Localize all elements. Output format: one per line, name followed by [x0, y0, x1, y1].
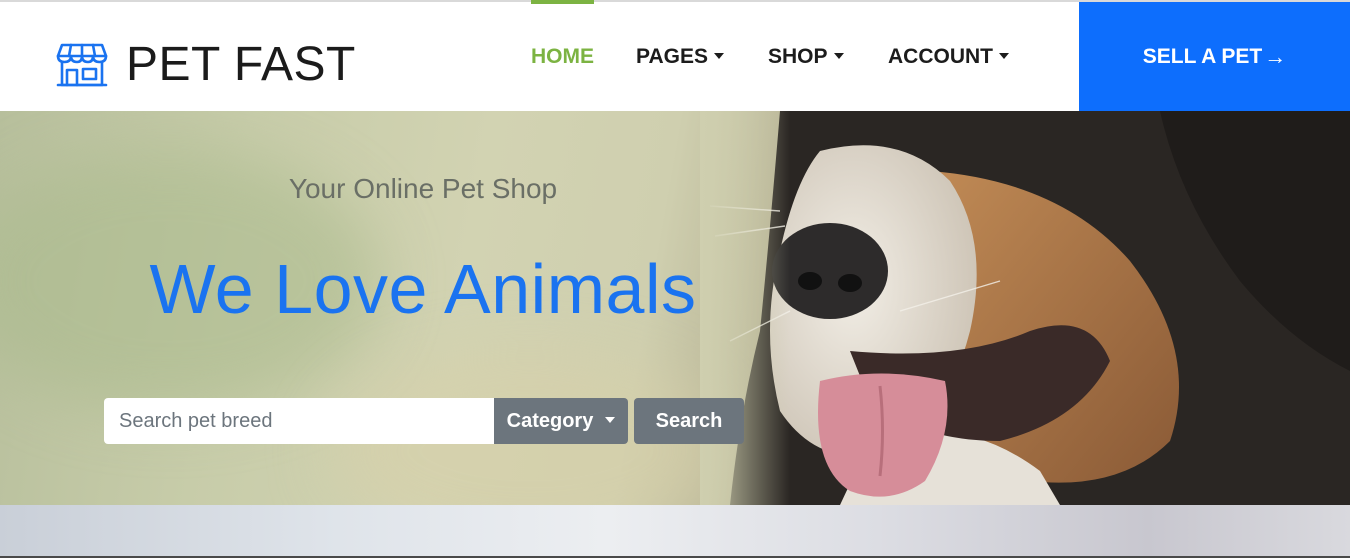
search-form: Category Search: [104, 398, 744, 444]
sell-a-pet-label: SELL A PET: [1142, 44, 1263, 68]
caret-down-icon: [713, 52, 724, 59]
nav-shop[interactable]: SHOP: [768, 2, 844, 111]
caret-down-icon: [999, 52, 1009, 59]
navbar: PET FAST HOME PAGES SHOP ACCOUNT SELL A …: [0, 0, 1350, 111]
search-input[interactable]: [104, 398, 494, 444]
hero-headline: We Love Animals: [149, 250, 697, 328]
nav-shop-label: SHOP: [768, 44, 828, 68]
search-button[interactable]: Search: [634, 398, 744, 444]
arrow-right-icon: →: [1264, 43, 1287, 69]
nav-home-label: HOME: [531, 44, 594, 68]
next-section-preview: [0, 505, 1350, 556]
brand-name: PET FAST: [126, 38, 356, 91]
hero-tagline: Your Online Pet Shop: [288, 173, 558, 204]
hero-banner: Your Online Pet Shop We Love Animals Cat…: [0, 111, 1350, 505]
category-dropdown[interactable]: Category: [494, 398, 628, 444]
brand-logo[interactable]: PET FAST: [56, 40, 356, 90]
caret-down-icon: [605, 417, 616, 423]
category-label: Category: [506, 409, 594, 432]
nav-pages[interactable]: PAGES: [636, 2, 724, 111]
nav-account-label: ACCOUNT: [888, 44, 993, 68]
caret-down-icon: [833, 52, 844, 59]
search-button-label: Search: [655, 409, 723, 432]
storefront-icon: [56, 43, 108, 87]
nav-home[interactable]: HOME: [531, 0, 594, 111]
nav-pages-label: PAGES: [636, 44, 708, 68]
active-indicator: [531, 0, 594, 4]
sell-a-pet-button[interactable]: SELL A PET →: [1079, 2, 1350, 111]
nav-account[interactable]: ACCOUNT: [888, 2, 1009, 111]
